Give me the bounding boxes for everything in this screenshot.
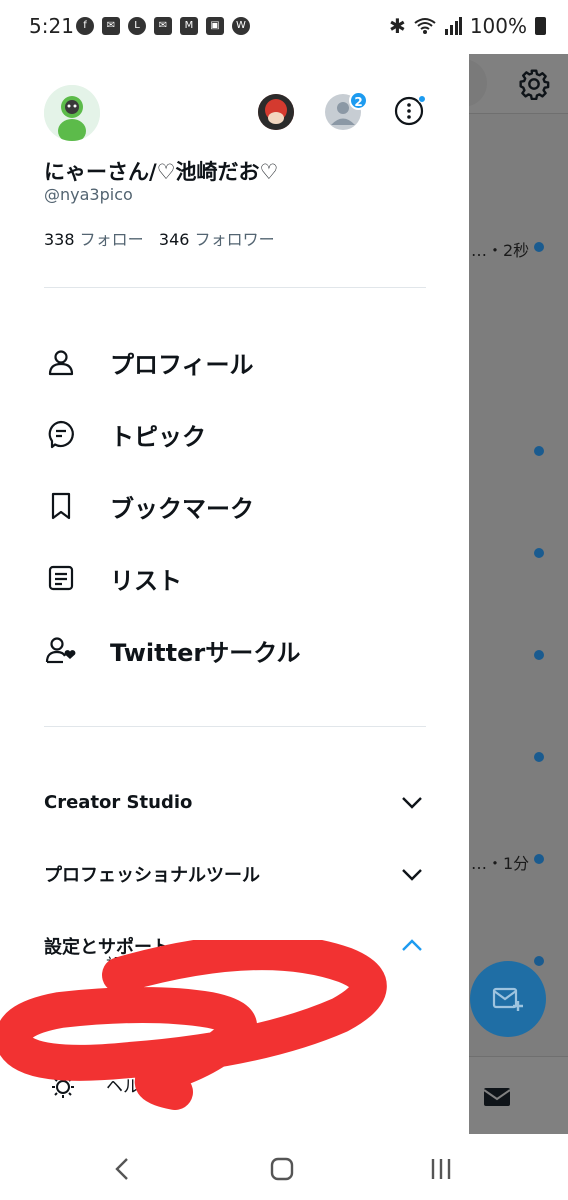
background-timestamp: …・2秒 — [471, 241, 530, 260]
mail-icon: ✉ — [154, 17, 172, 35]
bluetooth-icon: ✱ — [389, 14, 406, 38]
new-message-button[interactable] — [470, 961, 546, 1037]
gmail-icon: M — [180, 17, 198, 35]
bookmark-icon — [44, 489, 78, 523]
following-count: 338 — [44, 230, 75, 249]
notification-icons: f ✉ L ✉ M ▣ W — [76, 17, 250, 35]
unread-dot — [534, 446, 544, 456]
followers-label: フォロワー — [194, 230, 275, 249]
section-label: Creator Studio — [44, 791, 193, 813]
unread-dot — [534, 548, 544, 558]
avatar-image — [44, 85, 100, 141]
account-notification-badge: 2 — [349, 91, 368, 110]
system-nav-bar — [0, 1134, 568, 1200]
gear-icon[interactable] — [518, 68, 550, 100]
chevron-down-icon — [402, 869, 422, 881]
menu-label: リスト — [110, 566, 182, 595]
background-timestamp: …・1分 — [471, 854, 530, 873]
unread-dot — [534, 854, 544, 864]
recent-apps-icon[interactable] — [426, 1154, 456, 1184]
follow-stats: 338 フォロー 346 フォロワー — [44, 226, 275, 250]
menu-label: ブックマーク — [110, 494, 254, 523]
settings-privacy-link[interactable]: 設定とプライバシー — [106, 951, 259, 976]
menu-label: プロフィール — [110, 350, 254, 379]
account-avatar-image — [258, 94, 294, 130]
switch-account-avatar[interactable] — [258, 94, 294, 130]
wear-icon: W — [232, 17, 250, 35]
system-icons: ✱ 100% — [389, 14, 546, 38]
line-icon: L — [128, 17, 146, 35]
help-center-link[interactable]: ヘルプ — [106, 1072, 157, 1097]
following-label: フォロー — [79, 230, 144, 249]
help-icon[interactable] — [50, 1074, 76, 1100]
following-link[interactable]: 338 フォロー — [44, 230, 144, 249]
background-topbar — [439, 54, 568, 114]
facebook-icon: f — [76, 17, 94, 35]
signal-icon — [444, 17, 462, 35]
menu-item-lists[interactable]: リスト — [44, 550, 426, 606]
list-icon — [44, 561, 78, 595]
back-icon[interactable] — [108, 1154, 138, 1184]
status-bar: 5:21 f ✉ L ✉ M ▣ W ✱ 100% — [0, 0, 568, 54]
mail-icon[interactable] — [483, 1085, 511, 1109]
navigation-drawer: 2 にゃーさん/♡池崎だお♡ @nya3pico 338 フォロー 346 フォ… — [0, 54, 469, 1134]
profile-avatar[interactable] — [44, 85, 100, 141]
menu-item-topics[interactable]: トピック — [44, 406, 426, 462]
more-options-indicator — [418, 95, 426, 103]
unread-dot — [534, 752, 544, 762]
new-message-icon — [492, 987, 523, 1011]
person-icon — [44, 345, 78, 379]
circle-people-icon — [44, 633, 78, 667]
topic-icon — [44, 417, 78, 451]
status-time: 5:21 — [29, 14, 74, 38]
mail-icon: ✉ — [102, 17, 120, 35]
menu-item-profile[interactable]: プロフィール — [44, 334, 426, 390]
battery-icon — [535, 17, 546, 35]
background-bottom-nav — [469, 1056, 568, 1134]
section-label: プロフェッショナルツール — [44, 865, 260, 886]
home-icon[interactable] — [267, 1154, 297, 1184]
divider — [44, 287, 426, 288]
menu-item-bookmarks[interactable]: ブックマーク — [44, 478, 426, 534]
unread-dot — [534, 650, 544, 660]
menu-label: Twitterサークル — [110, 638, 301, 667]
divider — [44, 726, 426, 727]
section-professional-tools[interactable]: プロフェッショナルツール — [44, 854, 426, 894]
unread-dot — [534, 956, 544, 966]
menu-item-twitter-circle[interactable]: Twitterサークル — [44, 622, 426, 678]
followers-count: 346 — [158, 230, 190, 249]
unread-dot — [534, 242, 544, 252]
menu-label: トピック — [110, 422, 206, 451]
battery-level: 100% — [469, 14, 527, 38]
background-app[interactable]: …・2秒 …・1分 — [439, 54, 568, 1134]
display-name[interactable]: にゃーさん/♡池崎だお♡ — [44, 156, 278, 186]
chevron-down-icon — [402, 797, 422, 809]
user-handle[interactable]: @nya3pico — [44, 185, 133, 204]
followers-link[interactable]: 346 フォロワー — [159, 230, 275, 249]
section-creator-studio[interactable]: Creator Studio — [44, 782, 426, 822]
chevron-up-icon — [402, 939, 422, 951]
switch-account-default-avatar[interactable]: 2 — [325, 91, 368, 130]
image-icon: ▣ — [206, 17, 224, 35]
wifi-icon — [414, 18, 436, 34]
